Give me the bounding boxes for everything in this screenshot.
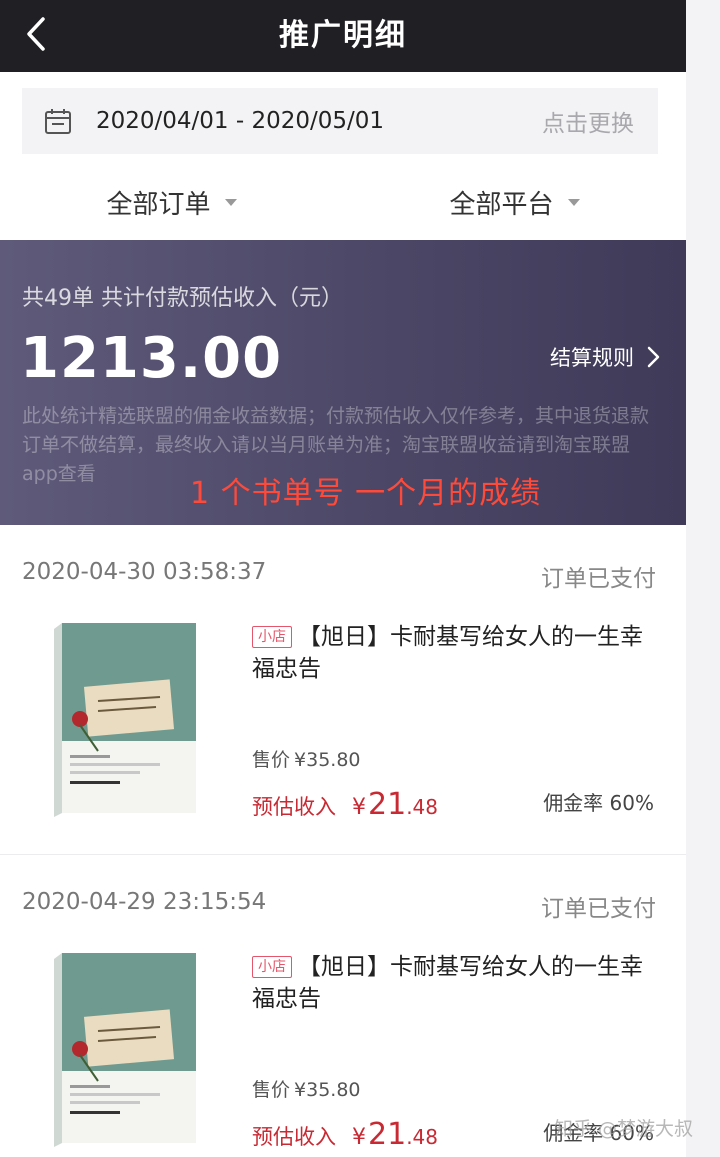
filter-all-orders[interactable]: 全部订单 xyxy=(0,170,343,234)
product-title[interactable]: 小店 【旭日】卡耐基写给女人的一生幸福忠告 xyxy=(252,621,662,685)
income-summary-card: 共49单 共计付款预估收入（元） 1213.00 结算规则 此处统计精选联盟的佣… xyxy=(0,240,686,525)
change-date-button[interactable]: 点击更换 xyxy=(542,104,634,138)
caret-down-icon xyxy=(567,198,580,206)
estimated-income: 预估收入 ¥ 21 .48 xyxy=(252,787,438,822)
order-time: 2020-04-30 03:58:37 xyxy=(22,559,267,585)
income-label: 预估收入 xyxy=(252,1125,336,1149)
income-decimal: .48 xyxy=(406,795,438,819)
price-label: 售价 xyxy=(252,749,291,771)
filter-label: 全部平台 xyxy=(449,189,554,220)
price-value: ¥35.80 xyxy=(294,749,361,771)
income-currency: ¥ xyxy=(352,1125,366,1150)
shop-tag: 小店 xyxy=(252,956,292,978)
price-value: ¥35.80 xyxy=(294,1079,361,1101)
sale-price: 售价 ¥35.80 xyxy=(252,1075,361,1102)
product-title-text: 【旭日】卡耐基写给女人的一生幸福忠告 xyxy=(252,624,643,682)
product-title-text: 【旭日】卡耐基写给女人的一生幸福忠告 xyxy=(252,954,643,1012)
screen-gutter xyxy=(686,0,720,1157)
total-income-amount: 1213.00 xyxy=(20,326,283,391)
book-cover-image xyxy=(52,951,198,1147)
income-decimal: .48 xyxy=(406,1125,438,1149)
order-status: 订单已支付 xyxy=(541,896,656,922)
date-range-text: 2020/04/01 - 2020/05/01 xyxy=(96,108,385,134)
income-integer: 21 xyxy=(368,787,407,822)
sale-price: 售价 ¥35.80 xyxy=(252,745,361,772)
commission-rate: 佣金率 60% xyxy=(543,791,654,815)
estimated-income: 预估收入 ¥ 21 .48 xyxy=(252,1117,438,1152)
filter-all-platforms[interactable]: 全部平台 xyxy=(343,170,686,234)
income-currency: ¥ xyxy=(352,795,366,820)
caret-down-icon xyxy=(224,198,237,206)
calendar-icon xyxy=(45,109,71,134)
income-integer: 21 xyxy=(368,1117,407,1152)
order-time: 2020-04-29 23:15:54 xyxy=(22,889,267,915)
date-range-bar[interactable]: 2020/04/01 - 2020/05/01 点击更换 xyxy=(22,88,658,154)
order-card[interactable]: 2020-04-29 23:15:54 订单已支付 小店 【旭日】卡耐基写给女人的… xyxy=(0,855,686,1157)
settlement-rules-label: 结算规则 xyxy=(550,346,634,370)
order-card[interactable]: 2020-04-30 03:58:37 订单已支付 小店 【旭日】卡耐基写给女人的… xyxy=(0,525,686,855)
product-title[interactable]: 小店 【旭日】卡耐基写给女人的一生幸福忠告 xyxy=(252,951,662,1015)
price-label: 售价 xyxy=(252,1079,291,1101)
filter-bar: 全部订单 全部平台 xyxy=(0,170,686,234)
shop-tag: 小店 xyxy=(252,626,292,648)
top-bar: 推广明细 xyxy=(0,0,686,72)
chevron-right-icon xyxy=(647,346,660,368)
book-cover-image xyxy=(52,621,198,817)
page-title: 推广明细 xyxy=(279,18,407,53)
settlement-rules-link[interactable]: 结算规则 xyxy=(550,342,660,372)
watermark-text: 知乎 @梦游大叔 xyxy=(554,1118,694,1140)
order-status: 订单已支付 xyxy=(541,566,656,592)
app-screen: 推广明细 2020/04/01 - 2020/05/01 点击更换 全部订单 全… xyxy=(0,0,686,1157)
order-count-line: 共49单 共计付款预估收入（元） xyxy=(22,286,343,311)
filter-label: 全部订单 xyxy=(106,189,211,220)
annotation-overlay-text: 1 个书单号 一个月的成绩 xyxy=(190,476,542,511)
income-label: 预估收入 xyxy=(252,795,336,819)
